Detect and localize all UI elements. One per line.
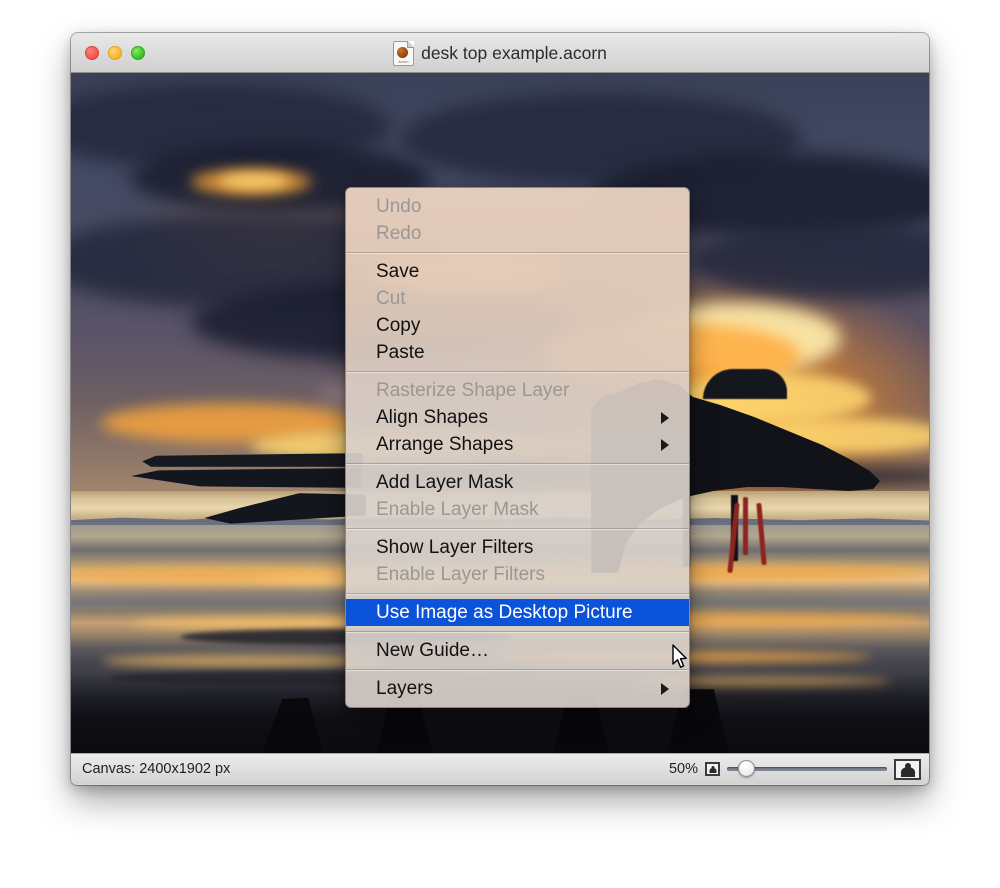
acorn-icon-label: Acorn [398, 59, 409, 64]
zoom-slider-knob[interactable] [738, 760, 755, 777]
submenu-arrow-icon [661, 438, 669, 451]
minimize-button[interactable] [108, 46, 122, 60]
menu-item-undo: Undo [376, 195, 422, 217]
menu-item-paste[interactable]: Paste [346, 339, 689, 366]
acorn-document-window: Acorn desk top example.acorn Undo Redo S… [71, 33, 929, 785]
menu-item-enable-layer-filters: Enable Layer Filters [376, 563, 545, 585]
menu-separator [346, 669, 689, 670]
menu-item-new-guide[interactable]: New Guide… [346, 637, 689, 664]
window-title: desk top example.acorn [421, 42, 607, 63]
menu-separator [346, 463, 689, 464]
small-image-icon[interactable] [705, 762, 720, 776]
menu-item-copy[interactable]: Copy [346, 312, 689, 339]
menu-separator [346, 631, 689, 632]
acorn-nut-glyph [397, 46, 409, 58]
menu-item-cut: Cut [376, 287, 406, 309]
large-image-icon[interactable] [894, 758, 921, 780]
window-title-group: Acorn desk top example.acorn [71, 33, 929, 73]
zoom-button[interactable] [131, 46, 145, 60]
menu-item-arrange-shapes[interactable]: Arrange Shapes [346, 431, 689, 458]
window-titlebar: Acorn desk top example.acorn [71, 33, 929, 73]
screenshot-root: Acorn desk top example.acorn Undo Redo S… [0, 0, 1000, 888]
canvas-size-label: Canvas: 2400x1902 px [82, 761, 231, 777]
reflection-7 [101, 655, 381, 667]
menu-item-rasterize-shape-layer: Rasterize Shape Layer [376, 379, 570, 401]
menu-item-use-image-as-desktop-picture[interactable]: Use Image as Desktop Picture [346, 599, 689, 626]
menu-item-layers[interactable]: Layers [346, 675, 689, 702]
menu-separator [346, 593, 689, 594]
menu-separator [346, 252, 689, 253]
cloud-glow-2 [219, 173, 289, 189]
zoom-controls[interactable]: 50% [669, 754, 921, 784]
close-button[interactable] [85, 46, 99, 60]
image-canvas[interactable]: Undo Redo Save Cut Copy Paste Rasterize Shape … [71, 73, 929, 753]
context-menu[interactable]: Undo Redo Save Cut Copy Paste Rasterize Shape … [345, 187, 690, 708]
jet-canopy [703, 369, 787, 399]
menu-item-redo: Redo [376, 222, 422, 244]
zoom-slider[interactable] [727, 760, 887, 778]
menu-item-add-layer-mask[interactable]: Add Layer Mask [346, 469, 689, 496]
menu-item-enable-layer-mask: Enable Layer Mask [376, 498, 539, 520]
acorn-document-icon: Acorn [393, 40, 415, 66]
menu-separator [346, 528, 689, 529]
menu-item-save[interactable]: Save [346, 258, 689, 285]
remove-before-flight-tag-3 [743, 497, 748, 555]
status-bar: Canvas: 2400x1902 px 50% [71, 753, 929, 784]
menu-item-show-layer-filters[interactable]: Show Layer Filters [346, 534, 689, 561]
menu-item-align-shapes[interactable]: Align Shapes [346, 404, 689, 431]
menu-separator [346, 371, 689, 372]
context-menu-items: Undo Redo Save Cut Copy Paste Rasterize Shape … [346, 188, 689, 707]
zoom-level-label: 50% [668, 761, 698, 777]
submenu-arrow-icon [661, 682, 669, 695]
submenu-arrow-icon [661, 411, 669, 424]
